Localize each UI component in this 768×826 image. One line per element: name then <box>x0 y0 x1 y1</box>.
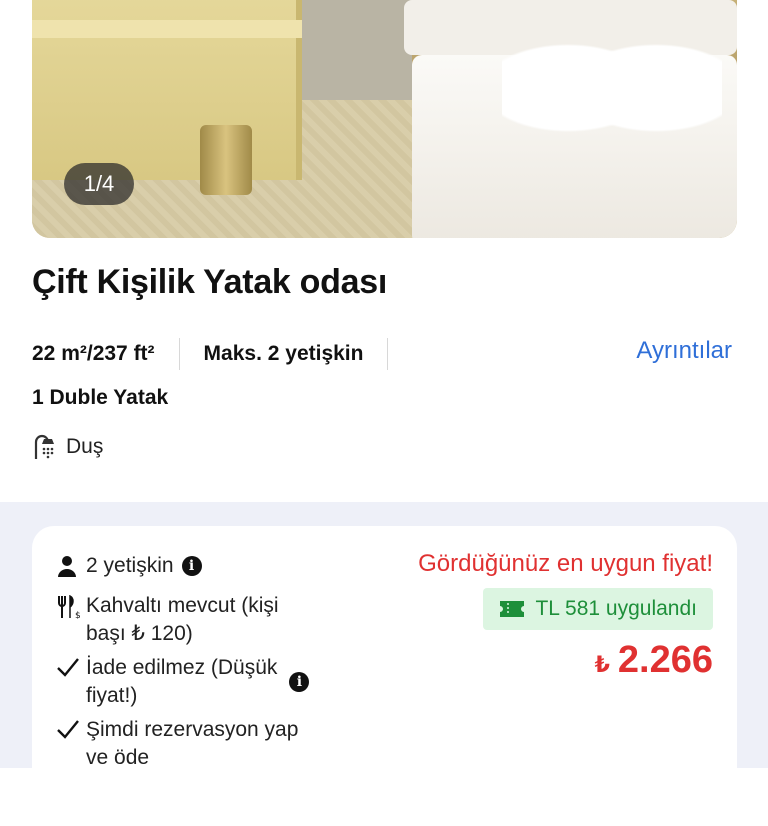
info-icon[interactable]: i <box>289 672 310 692</box>
discount-badge: TL 581 uygulandı <box>483 588 713 630</box>
person-icon <box>56 555 86 577</box>
room-photo[interactable] <box>32 0 737 238</box>
amenity-shower: Duş <box>32 434 103 460</box>
price: ₺ 2.266 <box>595 639 713 682</box>
offer-card[interactable]: 2 yetişkin i $ Kahvaltı mevcut (kişi baş… <box>32 526 737 826</box>
divider <box>178 338 180 370</box>
photo-wall <box>302 0 412 100</box>
room-size: 22 m²/237 ft² <box>32 342 155 365</box>
photo-counter: 1/4 <box>64 163 134 205</box>
divider <box>387 338 389 370</box>
photo-desk-top <box>32 20 322 38</box>
check-icon <box>56 719 86 739</box>
bed-info: 1 Duble Yatak <box>32 386 169 409</box>
offer-section: 2 yetişkin i $ Kahvaltı mevcut (kişi baş… <box>0 502 768 826</box>
room-specs: 22 m²/237 ft² Maks. 2 yetişkin <box>32 338 412 370</box>
refund-line-1: İade edilmez (Düşük <box>86 656 278 679</box>
currency-symbol: ₺ <box>594 652 610 677</box>
svg-text:$: $ <box>75 611 81 619</box>
details-link[interactable]: Ayrıntılar <box>636 337 732 365</box>
amenity-label: Duş <box>66 435 104 458</box>
photo-bin <box>200 125 252 195</box>
refund-label: İade edilmez (Düşük fiyat!) <box>86 654 277 710</box>
price-amount: 2.266 <box>617 639 713 681</box>
photo-towel-swans <box>502 10 722 140</box>
discount-label: TL 581 uygulandı <box>535 597 697 620</box>
ticket-icon <box>500 601 525 617</box>
room-capacity: Maks. 2 yetişkin <box>203 342 364 365</box>
breakfast-line-1: Kahvaltı mevcut (kişi <box>86 594 279 617</box>
info-icon[interactable]: i <box>181 556 202 576</box>
guests-row: 2 yetişkin i <box>56 552 202 580</box>
room-section: 1/4 Çift Kişilik Yatak odası 22 m²/237 f… <box>0 0 768 502</box>
guests-label: 2 yetişkin <box>86 554 174 577</box>
breakfast-line-2: başı ₺ 120) <box>86 622 193 645</box>
reserve-row: Şimdi rezervasyon yap ve öde <box>56 716 298 772</box>
cutlery-icon: $ <box>56 595 86 619</box>
best-price-label: Gördüğünüz en uygun fiyat! <box>418 550 713 577</box>
breakfast-row: $ Kahvaltı mevcut (kişi başı ₺ 120) <box>56 592 279 648</box>
check-icon <box>56 657 86 677</box>
room-title: Çift Kişilik Yatak odası <box>32 263 387 301</box>
shower-icon <box>34 434 54 459</box>
breakfast-label: Kahvaltı mevcut (kişi başı ₺ 120) <box>86 592 279 648</box>
reserve-line-2: ve öde <box>86 746 150 769</box>
refund-row: İade edilmez (Düşük fiyat!) i <box>56 654 310 710</box>
refund-line-2: fiyat!) <box>86 684 138 707</box>
reserve-line-1: Şimdi rezervasyon yap <box>86 718 299 741</box>
reserve-label: Şimdi rezervasyon yap ve öde <box>86 716 298 772</box>
